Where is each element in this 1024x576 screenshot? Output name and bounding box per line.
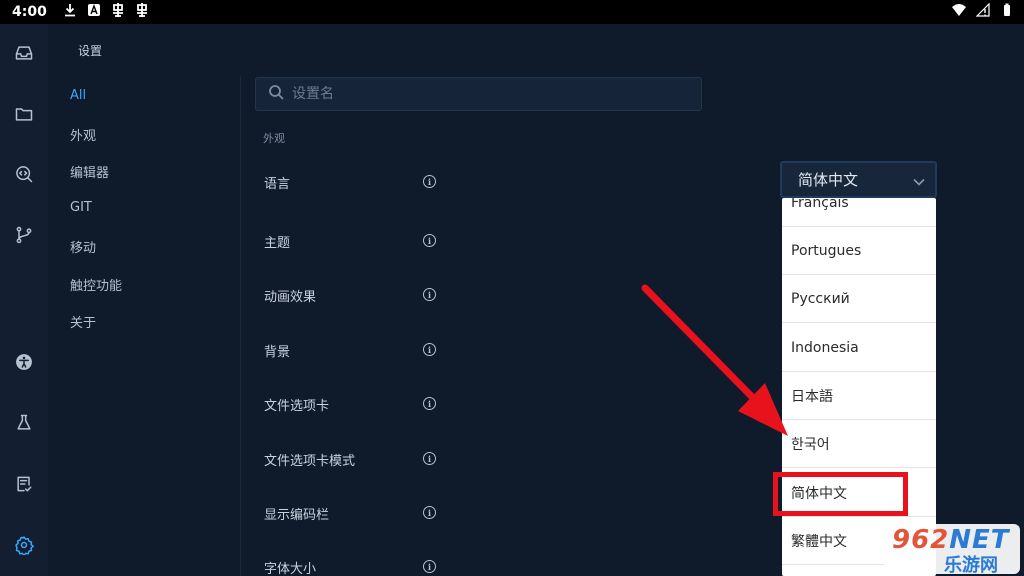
setting-file-tabs-label: 文件选项卡	[264, 399, 330, 414]
category-touch[interactable]: 触控功能	[70, 275, 122, 294]
wifi-icon	[952, 3, 966, 21]
no-signal-icon	[976, 3, 990, 21]
accessibility-icon[interactable]	[12, 350, 36, 374]
language-dropdown: Français Portugues Русский Indonesia 日本語…	[782, 198, 936, 576]
language-option[interactable]: 日本語	[782, 372, 936, 420]
info-icon[interactable]: i	[423, 234, 436, 247]
info-icon[interactable]: i	[423, 452, 436, 465]
language-option[interactable]: Indonesia	[782, 324, 936, 372]
battery-icon	[1000, 3, 1014, 21]
info-icon[interactable]: i	[423, 397, 436, 410]
section-title: 外观	[263, 132, 285, 145]
search-icon	[268, 84, 292, 104]
category-git[interactable]: GIT	[70, 200, 92, 215]
chevron-down-icon	[913, 174, 925, 186]
divider	[240, 76, 241, 576]
bug-icon	[111, 3, 125, 21]
setting-file-tab-mode-label: 文件选项卡模式	[264, 454, 356, 469]
category-mobile[interactable]: 移动	[70, 237, 96, 256]
setting-font-size-label: 字体大小	[264, 562, 317, 576]
info-icon[interactable]: i	[423, 506, 436, 519]
language-option[interactable]: Portugues	[782, 227, 936, 275]
status-time: 4:00	[12, 4, 47, 20]
category-appearance[interactable]: 外观	[70, 125, 96, 144]
info-icon[interactable]: i	[423, 288, 436, 301]
watermark-subtitle: 乐游网	[944, 555, 998, 576]
folder-icon[interactable]	[12, 102, 36, 126]
inbox-icon[interactable]	[12, 41, 36, 65]
category-about[interactable]: 关于	[70, 312, 96, 331]
flask-icon[interactable]	[12, 411, 36, 435]
setting-language-label: 语言	[264, 177, 291, 192]
status-bar: 4:00	[0, 0, 1024, 24]
app-store-icon	[87, 3, 101, 21]
download-icon	[63, 3, 77, 21]
info-icon[interactable]: i	[423, 343, 436, 356]
search-input[interactable]	[292, 86, 672, 102]
git-branch-icon[interactable]	[12, 223, 36, 247]
info-icon[interactable]: i	[423, 560, 436, 573]
language-select[interactable]: 简体中文	[780, 161, 937, 198]
language-select-value: 简体中文	[798, 171, 859, 189]
page-title: 设置	[78, 44, 103, 58]
setting-animation-label: 动画效果	[264, 290, 317, 305]
annotation-highlight-box	[773, 472, 908, 516]
bug-icon	[135, 3, 149, 21]
category-all[interactable]: All	[70, 88, 86, 103]
code-search-icon[interactable]	[12, 162, 36, 186]
info-icon[interactable]: i	[423, 175, 436, 188]
language-option[interactable]: 한국어	[782, 420, 936, 468]
category-editor[interactable]: 编辑器	[70, 162, 109, 181]
settings-search[interactable]	[255, 77, 702, 111]
setting-theme-label: 主题	[264, 236, 291, 251]
language-option[interactable]: Русский	[782, 275, 936, 323]
setting-encoding-bar-label: 显示编码栏	[264, 508, 330, 523]
document-check-icon[interactable]	[12, 472, 36, 496]
left-rail	[0, 24, 48, 576]
watermark-number: 962	[892, 525, 950, 555]
gear-icon[interactable]	[12, 533, 36, 557]
watermark-logo: 962NET 乐游网	[884, 524, 1020, 576]
setting-background-label: 背景	[264, 345, 291, 360]
language-option[interactable]: Français	[782, 198, 936, 227]
